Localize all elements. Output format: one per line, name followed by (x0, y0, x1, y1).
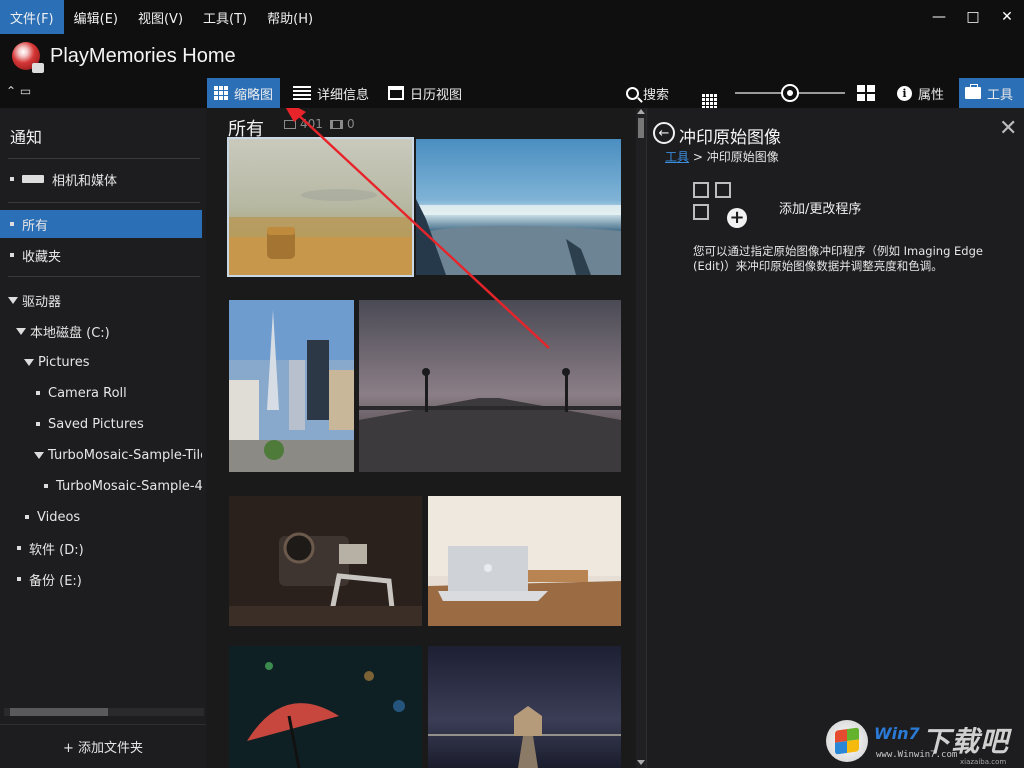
back-arrow-icon[interactable]: ← (653, 122, 675, 144)
scroll-up-icon[interactable] (637, 109, 645, 114)
tree-item-turbomosaic-tiles[interactable]: TurboMosaic-Sample-Tiles (0, 441, 202, 469)
tree-item-software-d[interactable]: 软件 (D:) (0, 534, 202, 562)
panel-description: 您可以通过指定原始图像冲印程序（例如 Imaging Edge (Edit)）来… (693, 244, 983, 273)
menu-bar: 文件(F) 编辑(E) 视图(V) 工具(T) 帮助(H) — □ ✕ (0, 0, 1024, 34)
tree-item-turbomosaic-40[interactable]: TurboMosaic-Sample-40 (0, 472, 202, 500)
menu-help[interactable]: 帮助(H) (257, 0, 323, 34)
breadcrumb: 工具 > 冲印原始图像 (665, 148, 779, 165)
tab-calendar-view[interactable]: 日历视图 (381, 78, 469, 108)
tab-thumbnail-label: 缩略图 (234, 87, 274, 103)
tab-thumbnail-view[interactable]: 缩略图 (207, 78, 281, 108)
list-icon (293, 86, 311, 100)
tree-item-pictures[interactable]: Pictures (0, 348, 202, 376)
panel-title: 冲印原始图像 (679, 128, 781, 148)
breadcrumb-current: 冲印原始图像 (706, 150, 779, 164)
divider (8, 158, 200, 159)
sidebar: 通知 相机和媒体 所有 收藏夹 驱动器 本地磁盘 (C:) Pictures C… (0, 108, 206, 768)
sidebar-item-drives[interactable]: 驱动器 (0, 286, 202, 314)
thumbnail-vscrollbar[interactable] (636, 108, 646, 768)
tools-label: 工具 (987, 87, 1014, 103)
menu-file[interactable]: 文件(F) (0, 0, 64, 34)
sidebar-item-all[interactable]: 所有 (0, 210, 202, 238)
add-change-program-button[interactable]: 添加/更改程序 (779, 198, 861, 217)
tree-item-label: Camera Roll (48, 385, 127, 401)
add-program-icon[interactable]: + (693, 182, 749, 228)
search-icon (626, 86, 639, 100)
menu-view[interactable]: 视图(V) (128, 0, 193, 34)
watermark-url: www.Winwin7.com (876, 750, 958, 760)
zoom-out-button[interactable] (702, 86, 717, 109)
tree-item-label: Pictures (38, 354, 90, 370)
maximize-button[interactable]: □ (956, 0, 990, 34)
sidebar-item-camera-media[interactable]: 相机和媒体 (0, 165, 202, 193)
toolbar: ⌃ ▭ 缩略图 详细信息 日历视图 搜索 i 属性 工具 (0, 78, 1024, 109)
tree-item-label: 备份 (E:) (29, 573, 82, 589)
add-folder-button[interactable]: + 添加文件夹 (0, 724, 206, 768)
menu-tools[interactable]: 工具(T) (193, 0, 257, 34)
watermark: 下载吧 Win7 www.Winwin7.com xiazaiba.com (826, 714, 1016, 766)
info-icon: i (897, 85, 912, 101)
watermark-win7: Win7 (874, 724, 920, 743)
scroll-down-icon[interactable] (637, 760, 645, 765)
sidebar-hscrollbar-thumb[interactable] (10, 708, 108, 716)
calendar-icon (388, 86, 404, 100)
search-label: 搜索 (643, 87, 670, 103)
tab-details-label: 详细信息 (317, 87, 370, 103)
sidebar-item-label: 驱动器 (22, 294, 62, 310)
breadcrumb-tools-link[interactable]: 工具 (665, 150, 689, 164)
panel-close-icon[interactable]: ✕ (999, 116, 1017, 141)
tab-details-view[interactable]: 详细信息 (286, 78, 376, 108)
minimize-button[interactable]: — (922, 0, 956, 34)
sidebar-item-label: 相机和媒体 (52, 173, 118, 189)
tools-panel: ← 冲印原始图像 ✕ 工具 > 冲印原始图像 + 添加/更改程序 您可以通过指定… (646, 108, 1024, 768)
windows-flag-icon (826, 720, 868, 762)
breadcrumb-separator: > (689, 150, 707, 164)
camera-icon (22, 175, 44, 183)
tree-item-camera-roll[interactable]: Camera Roll (0, 379, 202, 407)
search-button[interactable]: 搜索 (626, 78, 669, 108)
properties-button[interactable]: i 属性 (897, 78, 944, 108)
notifications-heading[interactable]: 通知 (10, 124, 42, 148)
grid-icon (214, 86, 228, 100)
menu-edit[interactable]: 编辑(E) (64, 0, 128, 34)
watermark-url-secondary: xiazaiba.com (960, 758, 1007, 766)
tree-item-label: TurboMosaic-Sample-Tiles (48, 447, 202, 463)
title-bar: PlayMemories Home (0, 34, 1024, 78)
tree-item-backup-e[interactable]: 备份 (E:) (0, 565, 202, 593)
close-button[interactable]: ✕ (990, 0, 1024, 34)
zoom-in-button[interactable] (857, 85, 875, 101)
tree-item-label: Saved Pictures (48, 416, 144, 432)
zoom-slider-thumb[interactable] (781, 84, 799, 102)
tree-item-label: 本地磁盘 (C:) (30, 325, 110, 341)
properties-label: 属性 (918, 87, 945, 103)
tree-item-videos[interactable]: Videos (0, 503, 202, 531)
tools-button[interactable]: 工具 (959, 78, 1024, 108)
app-logo-icon (12, 42, 44, 73)
thumbnail-area: 所有 401 0 (206, 108, 646, 768)
tree-item-saved-pictures[interactable]: Saved Pictures (0, 410, 202, 438)
toolbox-icon (965, 84, 981, 99)
tree-item-local-disk-c[interactable]: 本地磁盘 (C:) (0, 317, 202, 345)
sidebar-item-label: 收藏夹 (22, 249, 62, 265)
plus-icon: + (727, 208, 747, 228)
scrollbar-thumb[interactable] (638, 118, 644, 138)
annotation-arrow (285, 108, 550, 349)
divider (8, 202, 200, 203)
sidebar-item-label: 所有 (22, 218, 49, 234)
divider (8, 276, 200, 277)
sidebar-item-favorites[interactable]: 收藏夹 (0, 241, 202, 269)
tree-item-label: 软件 (D:) (29, 542, 84, 558)
collapse-device-toggle[interactable]: ⌃ ▭ (6, 84, 31, 98)
tab-calendar-label: 日历视图 (410, 87, 463, 103)
tree-item-label: TurboMosaic-Sample-40 (56, 478, 202, 494)
small-grid-icon (702, 94, 717, 109)
app-title: PlayMemories Home (50, 44, 236, 67)
tree-item-label: Videos (37, 509, 81, 525)
